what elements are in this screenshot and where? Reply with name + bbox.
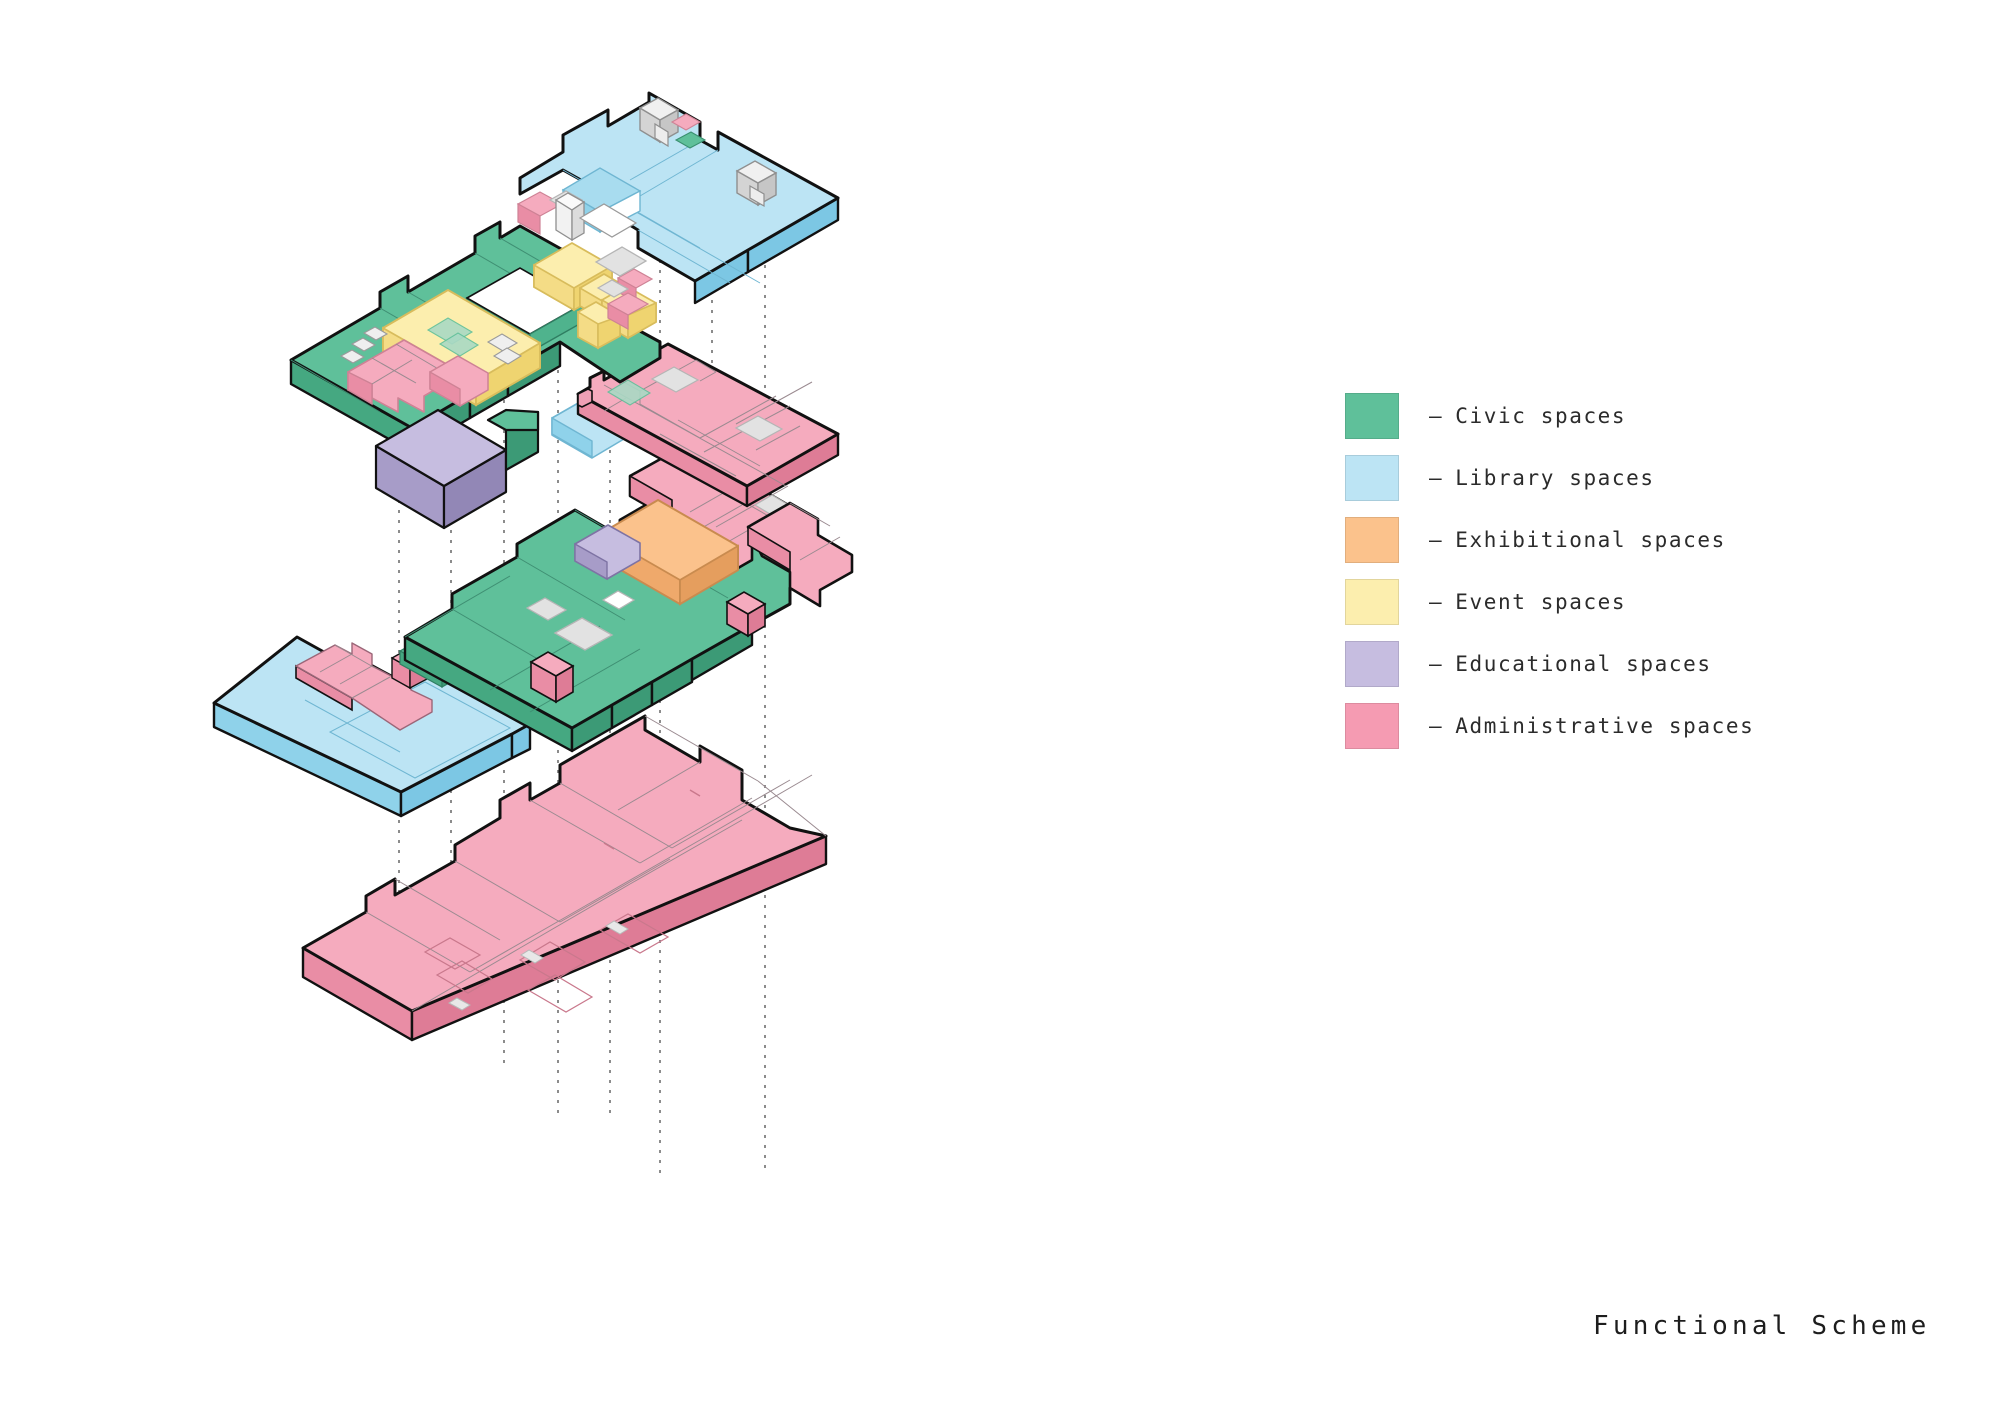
legend-label-civic: — Civic spaces <box>1429 404 1626 428</box>
legend-dash-icon: — <box>1429 528 1444 552</box>
legend-label-educational: — Educational spaces <box>1429 652 1712 676</box>
diagram-canvas: .ol { stroke:#111111; stroke-width:3.0; … <box>0 0 2000 1414</box>
legend-swatch-exhibitional <box>1345 517 1399 563</box>
legend-swatch-civic <box>1345 393 1399 439</box>
legend-item-exhibitional[interactable]: — Exhibitional spaces <box>1345 516 1905 564</box>
legend-text-library: Library spaces <box>1455 466 1655 490</box>
legend-item-administrative[interactable]: — Administrative spaces <box>1345 702 1905 750</box>
legend-label-exhibitional: — Exhibitional spaces <box>1429 528 1726 552</box>
legend-dash-icon: — <box>1429 466 1444 490</box>
legend-label-library: — Library spaces <box>1429 466 1655 490</box>
legend-text-civic: Civic spaces <box>1455 404 1627 428</box>
legend-dash-icon: — <box>1429 404 1444 428</box>
legend-item-library[interactable]: — Library spaces <box>1345 454 1905 502</box>
legend-dash-icon: — <box>1429 652 1444 676</box>
legend-dash-icon: — <box>1429 714 1444 738</box>
page-title: Functional Scheme <box>1593 1311 1931 1341</box>
legend: — Civic spaces — Library spaces — Exhibitio… <box>1345 392 1905 764</box>
legend-swatch-administrative <box>1345 703 1399 749</box>
legend-swatch-educational <box>1345 641 1399 687</box>
legend-text-administrative: Administrative spaces <box>1455 714 1755 738</box>
legend-text-event: Event spaces <box>1455 590 1627 614</box>
legend-item-event[interactable]: — Event spaces <box>1345 578 1905 626</box>
legend-text-exhibitional: Exhibitional spaces <box>1455 528 1726 552</box>
legend-label-event: — Event spaces <box>1429 590 1626 614</box>
legend-dash-icon: — <box>1429 590 1444 614</box>
legend-text-educational: Educational spaces <box>1455 652 1712 676</box>
legend-swatch-event <box>1345 579 1399 625</box>
legend-swatch-library <box>1345 455 1399 501</box>
legend-item-educational[interactable]: — Educational spaces <box>1345 640 1905 688</box>
legend-item-civic[interactable]: — Civic spaces <box>1345 392 1905 440</box>
legend-label-administrative: — Administrative spaces <box>1429 714 1754 738</box>
